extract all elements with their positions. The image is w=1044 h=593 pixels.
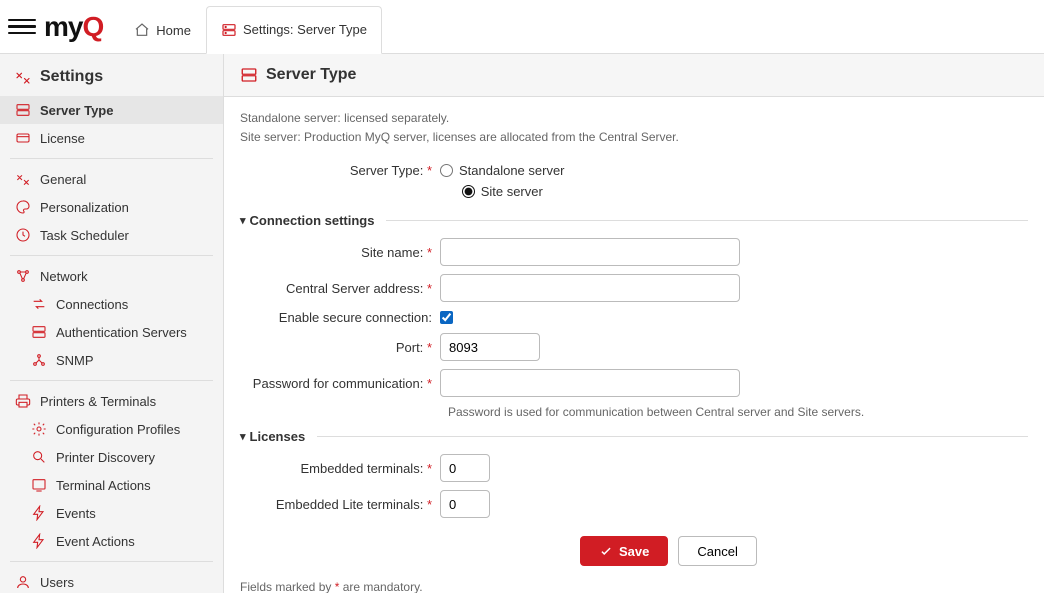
sidebar-item-label: General <box>40 172 86 187</box>
sidebar-item-snmp[interactable]: SNMP <box>0 346 223 374</box>
tab-home-label: Home <box>156 23 191 38</box>
embedded-terminals-input[interactable] <box>440 454 490 482</box>
sidebar-item-event-actions[interactable]: Event Actions <box>0 527 223 555</box>
help-line: Site server: Production MyQ server, lice… <box>240 128 1028 147</box>
sidebar-item-label: License <box>40 131 85 146</box>
site-name-label: Site name: * <box>240 245 440 260</box>
tab-settings-server-type[interactable]: Settings: Server Type <box>206 6 382 54</box>
sidebar-item-label: Events <box>56 506 96 521</box>
sidebar-item-config-profiles[interactable]: Configuration Profiles <box>0 415 223 443</box>
palette-icon <box>14 199 32 215</box>
sidebar-item-personalization[interactable]: Personalization <box>0 193 223 221</box>
radio-label: Standalone server <box>459 163 565 178</box>
terminal-icon <box>30 477 48 493</box>
sidebar-item-task-scheduler[interactable]: Task Scheduler <box>0 221 223 249</box>
search-printer-icon <box>30 449 48 465</box>
sidebar-item-label: Network <box>40 269 88 284</box>
chevron-down-icon: ▾ <box>240 214 246 227</box>
footnote: Fields marked by * are mandatory. <box>240 580 1028 593</box>
bolt-icon <box>30 505 48 521</box>
save-button-label: Save <box>619 544 649 559</box>
sidebar-item-auth-servers[interactable]: Authentication Servers <box>0 318 223 346</box>
sidebar-item-label: Configuration Profiles <box>56 422 180 437</box>
embedded-lite-label: Embedded Lite terminals: * <box>240 497 440 512</box>
sidebar-header: Settings <box>0 62 223 96</box>
home-icon <box>134 22 150 38</box>
password-input[interactable] <box>440 369 740 397</box>
sidebar-item-label: Printers & Terminals <box>40 394 156 409</box>
sidebar-item-label: Event Actions <box>56 534 135 549</box>
sidebar-item-label: Connections <box>56 297 128 312</box>
enable-secure-label: Enable secure connection: <box>240 310 440 325</box>
site-name-input[interactable] <box>440 238 740 266</box>
section-title-text: Licenses <box>250 429 306 444</box>
enable-secure-checkbox[interactable] <box>440 311 453 324</box>
page-title: Server Type <box>224 54 1044 97</box>
printer-icon <box>14 393 32 409</box>
settings-icon <box>14 68 32 86</box>
sidebar-item-printer-discovery[interactable]: Printer Discovery <box>0 443 223 471</box>
tools-icon <box>14 171 32 187</box>
page-title-text: Server Type <box>266 66 356 84</box>
sidebar-item-network[interactable]: Network <box>0 262 223 290</box>
sidebar-item-label: Printer Discovery <box>56 450 155 465</box>
sidebar-item-general[interactable]: General <box>0 165 223 193</box>
logo: myQ <box>44 11 103 43</box>
sidebar-item-label: Users <box>40 575 74 590</box>
clock-icon <box>14 227 32 243</box>
help-line: Standalone server: licensed separately. <box>240 109 1028 128</box>
tab-home[interactable]: Home <box>119 6 206 54</box>
auth-server-icon <box>30 324 48 340</box>
embedded-lite-input[interactable] <box>440 490 490 518</box>
sidebar-item-label: Authentication Servers <box>56 325 187 340</box>
cancel-button[interactable]: Cancel <box>678 536 756 566</box>
radio-site-server[interactable]: Site server <box>462 184 543 199</box>
password-hint: Password is used for communication betwe… <box>448 405 1028 419</box>
server-icon <box>221 22 237 38</box>
sidebar-item-terminal-actions[interactable]: Terminal Actions <box>0 471 223 499</box>
license-icon <box>14 130 32 146</box>
central-address-label: Central Server address: * <box>240 281 440 296</box>
port-label: Port: * <box>240 340 440 355</box>
sidebar-item-label: Server Type <box>40 103 113 118</box>
sidebar-item-label: Terminal Actions <box>56 478 151 493</box>
tab-active-label: Settings: Server Type <box>243 22 367 37</box>
sidebar-item-server-type[interactable]: Server Type <box>0 96 223 124</box>
password-label: Password for communication: * <box>240 376 440 391</box>
section-connection-settings[interactable]: ▾ Connection settings <box>240 213 1028 228</box>
menu-toggle[interactable] <box>8 13 36 41</box>
section-title-text: Connection settings <box>250 213 375 228</box>
connections-icon <box>30 296 48 312</box>
section-licenses[interactable]: ▾ Licenses <box>240 429 1028 444</box>
sidebar-item-license[interactable]: License <box>0 124 223 152</box>
chevron-down-icon: ▾ <box>240 430 246 443</box>
server-icon <box>14 102 32 118</box>
radio-standalone[interactable]: Standalone server <box>440 163 565 178</box>
central-address-input[interactable] <box>440 274 740 302</box>
server-icon <box>240 66 258 84</box>
snmp-icon <box>30 352 48 368</box>
sidebar: Settings Server Type License General <box>0 54 224 593</box>
help-text: Standalone server: licensed separately. … <box>240 109 1028 147</box>
server-type-label: Server Type: * <box>240 163 440 178</box>
sidebar-header-label: Settings <box>40 68 103 86</box>
sidebar-item-printers-terminals[interactable]: Printers & Terminals <box>0 387 223 415</box>
sidebar-item-users[interactable]: Users <box>0 568 223 593</box>
bolt-arrow-icon <box>30 533 48 549</box>
network-icon <box>14 268 32 284</box>
sidebar-item-events[interactable]: Events <box>0 499 223 527</box>
sidebar-item-connections[interactable]: Connections <box>0 290 223 318</box>
embedded-terminals-label: Embedded terminals: * <box>240 461 440 476</box>
radio-label: Site server <box>481 184 543 199</box>
sidebar-item-label: Task Scheduler <box>40 228 129 243</box>
main-content: Server Type Standalone server: licensed … <box>224 54 1044 593</box>
user-icon <box>14 574 32 590</box>
gear-icon <box>30 421 48 437</box>
sidebar-item-label: SNMP <box>56 353 94 368</box>
sidebar-item-label: Personalization <box>40 200 129 215</box>
save-button[interactable]: Save <box>580 536 668 566</box>
port-input[interactable] <box>440 333 540 361</box>
